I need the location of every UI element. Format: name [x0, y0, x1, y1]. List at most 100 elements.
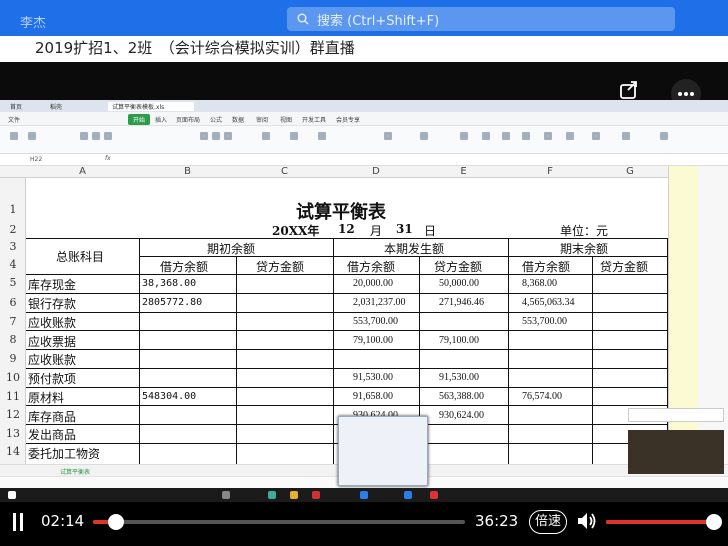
account-name[interactable]: 应收账款	[28, 314, 76, 331]
cell-d[interactable]: 553,700.00	[353, 316, 398, 327]
cell-d[interactable]: 91,530.00	[353, 372, 393, 383]
task-view-icon[interactable]	[222, 491, 230, 499]
search-box[interactable]: 搜索 (Ctrl+Shift+F)	[287, 7, 675, 31]
cell-f[interactable]: 4,565,063.34	[522, 297, 575, 308]
table-style-icon[interactable]	[420, 132, 428, 140]
merge-icon[interactable]	[262, 132, 270, 140]
cell-b[interactable]: 2805772.80	[142, 297, 202, 308]
cell-e[interactable]: 79,100.00	[439, 335, 479, 346]
wps-icon[interactable]	[430, 491, 438, 499]
wps-tab-file[interactable]: 试算平衡表模板.xls	[108, 102, 195, 111]
cell-b[interactable]: 38,368.00	[142, 278, 196, 289]
cell-e[interactable]: 271,946.46	[439, 297, 484, 308]
account-name[interactable]: 原材料	[28, 389, 64, 406]
ribbon-tab-data[interactable]: 数据	[232, 115, 244, 124]
cell-e[interactable]: 91,530.00	[439, 372, 479, 383]
tencent-icon[interactable]	[404, 491, 412, 499]
row-header[interactable]: 3	[0, 240, 26, 253]
progress-handle[interactable]	[108, 514, 124, 530]
fx-icon[interactable]: fx	[105, 155, 111, 162]
align-center-icon[interactable]	[212, 132, 220, 140]
row-col-icon[interactable]	[566, 132, 574, 140]
volume-icon[interactable]	[576, 510, 598, 532]
fill-icon[interactable]	[522, 132, 530, 140]
account-name[interactable]: 库存现金	[28, 276, 76, 293]
row-header[interactable]: 5	[0, 276, 26, 289]
wps-tab-docer[interactable]: 稻壳	[50, 102, 62, 111]
cell-e[interactable]: 50,000.00	[439, 278, 479, 289]
pause-icon[interactable]	[13, 513, 23, 531]
row-header[interactable]: 9	[0, 352, 26, 365]
volume-handle[interactable]	[706, 514, 722, 530]
bold-icon[interactable]	[80, 132, 88, 140]
cell-d[interactable]: 2,031,237.00	[353, 297, 406, 308]
sheet-tab-trial-balance[interactable]: 试算平衡表	[60, 467, 90, 476]
cell-f[interactable]: 76,574.00	[522, 391, 562, 402]
ribbon-tab-file[interactable]: 文件	[8, 115, 20, 124]
row-header[interactable]: 14	[0, 445, 26, 458]
ribbon-tab-insert[interactable]: 插入	[155, 115, 167, 124]
row-header[interactable]: 8	[0, 333, 26, 346]
row-header[interactable]: 7	[0, 315, 26, 328]
ribbon-tab-member[interactable]: 会员专享	[336, 115, 360, 124]
table-tools-icon[interactable]	[660, 132, 668, 140]
chrome-icon[interactable]	[312, 491, 320, 499]
freeze-icon[interactable]	[622, 132, 630, 140]
row-header[interactable]: 4	[0, 258, 26, 271]
cell-d[interactable]: 79,100.00	[353, 335, 393, 346]
progress-track[interactable]	[93, 520, 465, 524]
cell-d[interactable]: 91,658.00	[353, 391, 393, 402]
row-header[interactable]: 13	[0, 427, 26, 440]
account-name[interactable]: 应收账款	[28, 351, 76, 368]
account-name[interactable]: 预付款项	[28, 370, 76, 387]
ribbon-tab-layout[interactable]: 页面布局	[176, 115, 200, 124]
col-header-c[interactable]: C	[236, 166, 333, 177]
number-format-icon[interactable]	[318, 132, 326, 140]
wrap-icon[interactable]	[290, 132, 298, 140]
app-icon[interactable]	[268, 491, 276, 499]
ribbon-tab-formula[interactable]: 公式	[210, 115, 222, 124]
share-icon[interactable]	[618, 79, 640, 101]
col-header-e[interactable]: E	[419, 166, 508, 177]
col-header-d[interactable]: D	[333, 166, 419, 177]
account-name[interactable]: 委托加工物资	[28, 445, 100, 462]
col-header-a[interactable]: A	[26, 166, 139, 177]
filter-icon[interactable]	[482, 132, 490, 140]
paste-icon[interactable]	[10, 132, 18, 140]
account-name[interactable]: 发出商品	[28, 426, 76, 443]
windows-start-icon[interactable]	[8, 491, 16, 499]
account-name[interactable]: 应收票据	[28, 333, 76, 350]
cut-icon[interactable]	[28, 132, 36, 140]
account-name[interactable]: 库存商品	[28, 408, 76, 425]
ribbon-tab-start[interactable]: 开始	[128, 114, 151, 125]
italic-icon[interactable]	[92, 132, 100, 140]
col-header-f[interactable]: F	[508, 166, 592, 177]
cell-e[interactable]: 563,388.00	[439, 391, 484, 402]
cell-icon[interactable]	[544, 132, 552, 140]
folder-icon[interactable]	[290, 491, 298, 499]
row-header[interactable]: 2	[0, 223, 26, 236]
ribbon-tab-view[interactable]: 视图	[280, 115, 292, 124]
align-right-icon[interactable]	[224, 132, 232, 140]
window-thumbnail[interactable]	[338, 416, 428, 486]
account-name[interactable]: 银行存款	[28, 295, 76, 312]
edge-icon[interactable]	[360, 491, 368, 499]
worksheet-icon[interactable]	[592, 132, 600, 140]
cell-b[interactable]: 548304.00	[142, 391, 196, 402]
cell-e[interactable]: 930,624.00	[439, 410, 484, 421]
conditional-format-icon[interactable]	[384, 132, 392, 140]
cell-reference[interactable]: H22	[30, 156, 42, 163]
align-left-icon[interactable]	[200, 132, 208, 140]
row-header[interactable]: 6	[0, 296, 26, 309]
speed-button[interactable]: 倍速	[529, 510, 567, 534]
row-header[interactable]: 11	[0, 390, 26, 403]
row-header[interactable]: 10	[0, 371, 26, 384]
row-header[interactable]: 1	[0, 203, 26, 216]
underline-icon[interactable]	[104, 132, 112, 140]
row-header[interactable]: 12	[0, 408, 26, 421]
cell-f[interactable]: 553,700.00	[522, 316, 567, 327]
wps-tab-home[interactable]: 首页	[10, 102, 22, 111]
ribbon-tab-dev[interactable]: 开发工具	[302, 115, 326, 124]
sort-icon[interactable]	[502, 132, 510, 140]
col-header-b[interactable]: B	[139, 166, 236, 177]
